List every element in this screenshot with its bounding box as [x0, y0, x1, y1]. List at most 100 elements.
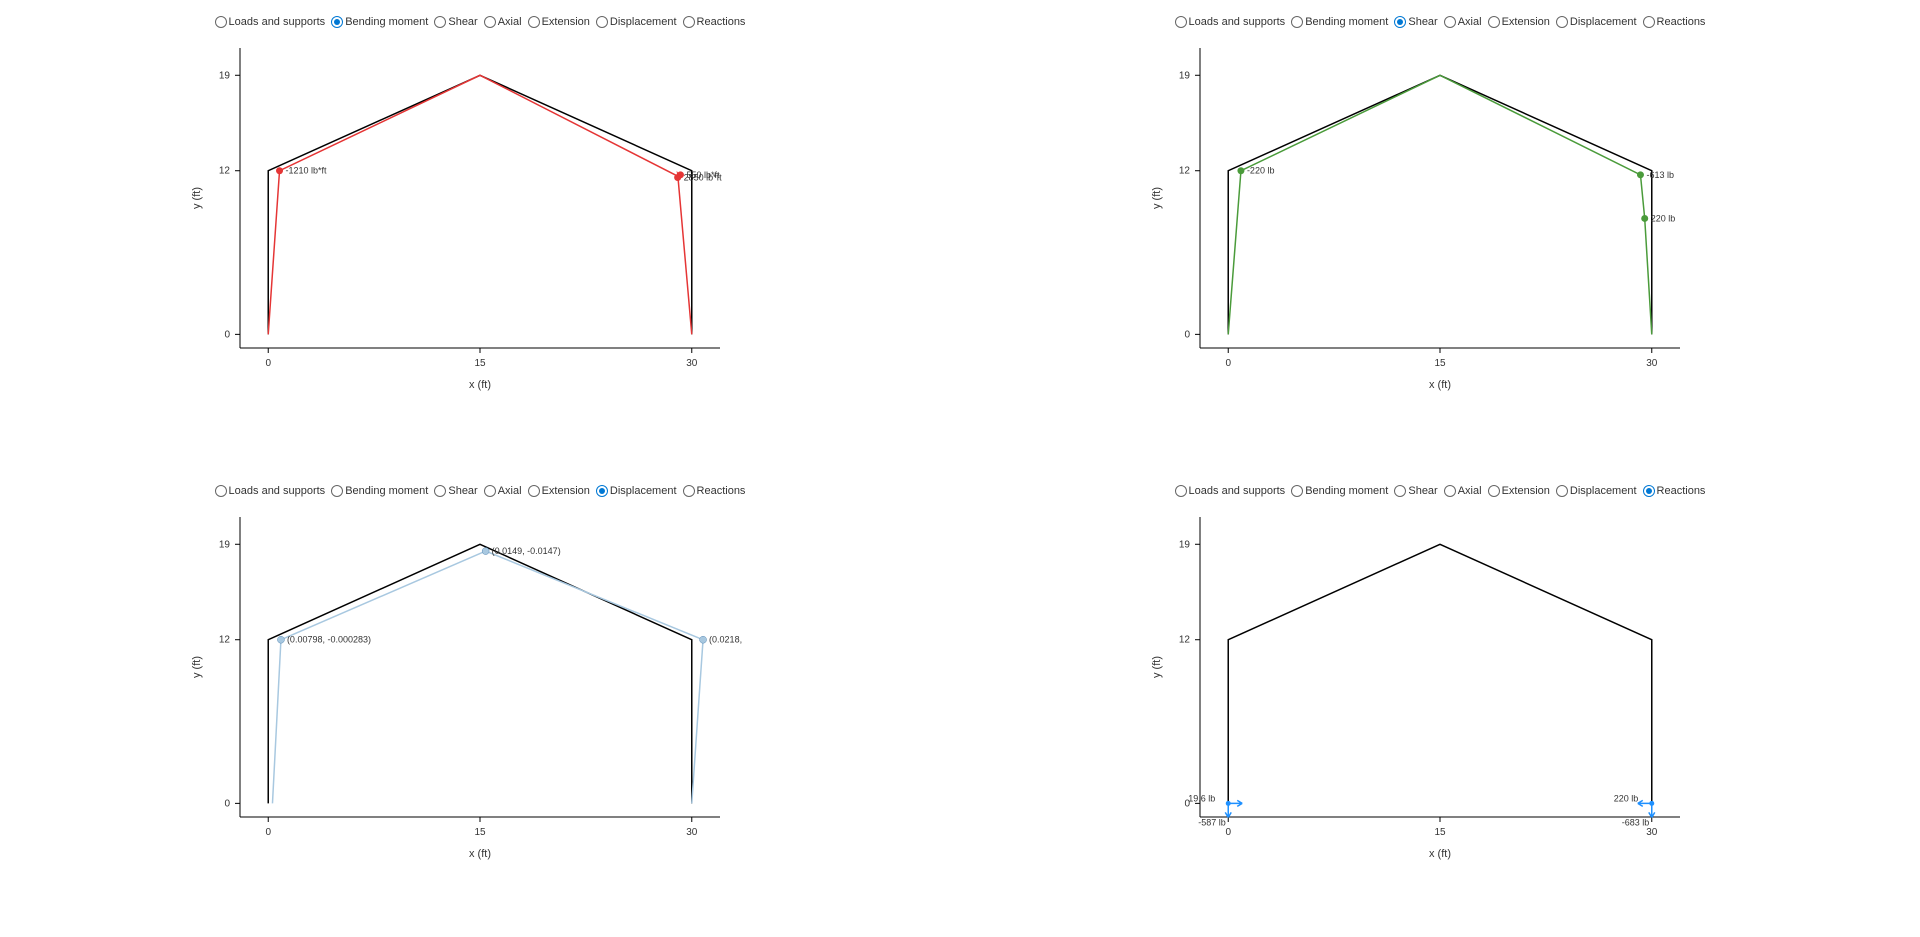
radio-displacement[interactable]: Displacement [1556, 16, 1637, 28]
radio-extension[interactable]: Extension [1488, 16, 1550, 28]
radio-label: Axial [1458, 485, 1482, 497]
radio-axial[interactable]: Axial [1444, 485, 1482, 497]
radio-icon [215, 16, 227, 28]
radio-extension[interactable]: Extension [528, 16, 590, 28]
radio-label: Shear [448, 16, 477, 28]
radio-extension[interactable]: Extension [1488, 485, 1550, 497]
plot-svg: 0153001219x (ft)y (ft)(0.00798, -0.00028… [180, 507, 780, 867]
svg-text:0: 0 [265, 827, 271, 838]
radio-icon [1175, 485, 1187, 497]
radio-label: Reactions [1657, 16, 1706, 28]
svg-text:30: 30 [686, 358, 698, 369]
plot-svg: 0153001219x (ft)y (ft)-220 lb-613 lb220 … [1140, 38, 1740, 398]
radio-axial[interactable]: Axial [484, 485, 522, 497]
radio-icon [528, 16, 540, 28]
radio-icon [434, 16, 446, 28]
radio-shear[interactable]: Shear [434, 485, 477, 497]
radio-shear[interactable]: Shear [434, 16, 477, 28]
radio-icon [484, 16, 496, 28]
radio-icon [1444, 16, 1456, 28]
svg-text:15: 15 [474, 358, 486, 369]
radio-label: Displacement [610, 16, 677, 28]
svg-text:0: 0 [1225, 827, 1231, 838]
radio-icon [331, 16, 343, 28]
svg-text:x (ft): x (ft) [1429, 379, 1451, 391]
radio-row: Loads and supports Bending moment Shear Axi… [215, 16, 746, 28]
radio-label: Displacement [610, 485, 677, 497]
svg-text:15: 15 [1434, 827, 1446, 838]
svg-text:-683 lb: -683 lb [1622, 817, 1650, 827]
radio-loads-and-supports[interactable]: Loads and supports [215, 485, 326, 497]
chart-panel-3: Loads and supports Bending moment Shear Axi… [960, 469, 1920, 937]
svg-text:-1210 lb*ft: -1210 lb*ft [286, 166, 328, 176]
radio-icon [1643, 485, 1655, 497]
svg-text:15: 15 [1434, 358, 1446, 369]
radio-reactions[interactable]: Reactions [1643, 485, 1706, 497]
svg-text:19: 19 [219, 70, 231, 81]
svg-text:220 lb: 220 lb [1614, 793, 1639, 803]
svg-text:x (ft): x (ft) [469, 848, 491, 860]
radio-loads-and-supports[interactable]: Loads and supports [1175, 485, 1286, 497]
svg-text:x (ft): x (ft) [469, 379, 491, 391]
svg-text:19.6 lb: 19.6 lb [1188, 793, 1215, 803]
radio-icon [1488, 485, 1500, 497]
radio-shear[interactable]: Shear [1394, 485, 1437, 497]
radio-displacement[interactable]: Displacement [596, 16, 677, 28]
radio-axial[interactable]: Axial [1444, 16, 1482, 28]
svg-text:-220 lb: -220 lb [1247, 166, 1275, 176]
radio-displacement[interactable]: Displacement [1556, 485, 1637, 497]
radio-icon [683, 485, 695, 497]
radio-icon [1394, 485, 1406, 497]
radio-axial[interactable]: Axial [484, 16, 522, 28]
radio-icon [596, 485, 608, 497]
plot-svg: 0153001219x (ft)y (ft)-1210 lb*ft550 lb*… [180, 38, 780, 398]
radio-label: Shear [1408, 16, 1437, 28]
radio-label: Extension [1502, 16, 1550, 28]
svg-text:12: 12 [219, 634, 231, 645]
radio-label: Bending moment [345, 485, 428, 497]
svg-text:(0.0218,: (0.0218, [709, 634, 742, 644]
radio-label: Extension [542, 485, 590, 497]
radio-label: Displacement [1570, 485, 1637, 497]
radio-extension[interactable]: Extension [528, 485, 590, 497]
radio-label: Reactions [1657, 485, 1706, 497]
chart-panel-2: Loads and supports Bending moment Shear Axi… [0, 469, 960, 937]
radio-icon [1291, 485, 1303, 497]
radio-row: Loads and supports Bending moment Shear Axi… [1175, 485, 1706, 497]
radio-label: Extension [1502, 485, 1550, 497]
radio-reactions[interactable]: Reactions [683, 16, 746, 28]
radio-displacement[interactable]: Displacement [596, 485, 677, 497]
radio-icon [331, 485, 343, 497]
svg-text:y (ft): y (ft) [191, 187, 203, 209]
svg-text:y (ft): y (ft) [1151, 187, 1163, 209]
radio-reactions[interactable]: Reactions [1643, 16, 1706, 28]
svg-text:0: 0 [265, 358, 271, 369]
radio-label: Displacement [1570, 16, 1637, 28]
radio-shear[interactable]: Shear [1394, 16, 1437, 28]
radio-label: Loads and supports [1189, 16, 1286, 28]
svg-text:0: 0 [224, 329, 230, 340]
radio-label: Shear [1408, 485, 1437, 497]
svg-text:30: 30 [686, 827, 698, 838]
radio-bending-moment[interactable]: Bending moment [331, 16, 428, 28]
svg-text:220 lb: 220 lb [1651, 213, 1676, 223]
svg-text:15: 15 [474, 827, 486, 838]
svg-text:19: 19 [1179, 539, 1191, 550]
radio-bending-moment[interactable]: Bending moment [331, 485, 428, 497]
radio-reactions[interactable]: Reactions [683, 485, 746, 497]
radio-loads-and-supports[interactable]: Loads and supports [215, 16, 326, 28]
radio-label: Axial [498, 16, 522, 28]
radio-icon [1643, 16, 1655, 28]
radio-icon [1556, 16, 1568, 28]
radio-bending-moment[interactable]: Bending moment [1291, 16, 1388, 28]
radio-label: Bending moment [1305, 485, 1388, 497]
radio-bending-moment[interactable]: Bending moment [1291, 485, 1388, 497]
radio-row: Loads and supports Bending moment Shear Axi… [1175, 16, 1706, 28]
radio-loads-and-supports[interactable]: Loads and supports [1175, 16, 1286, 28]
svg-text:19: 19 [1179, 70, 1191, 81]
radio-icon [1556, 485, 1568, 497]
radio-label: Loads and supports [229, 485, 326, 497]
radio-icon [1175, 16, 1187, 28]
radio-label: Shear [448, 485, 477, 497]
radio-icon [1394, 16, 1406, 28]
